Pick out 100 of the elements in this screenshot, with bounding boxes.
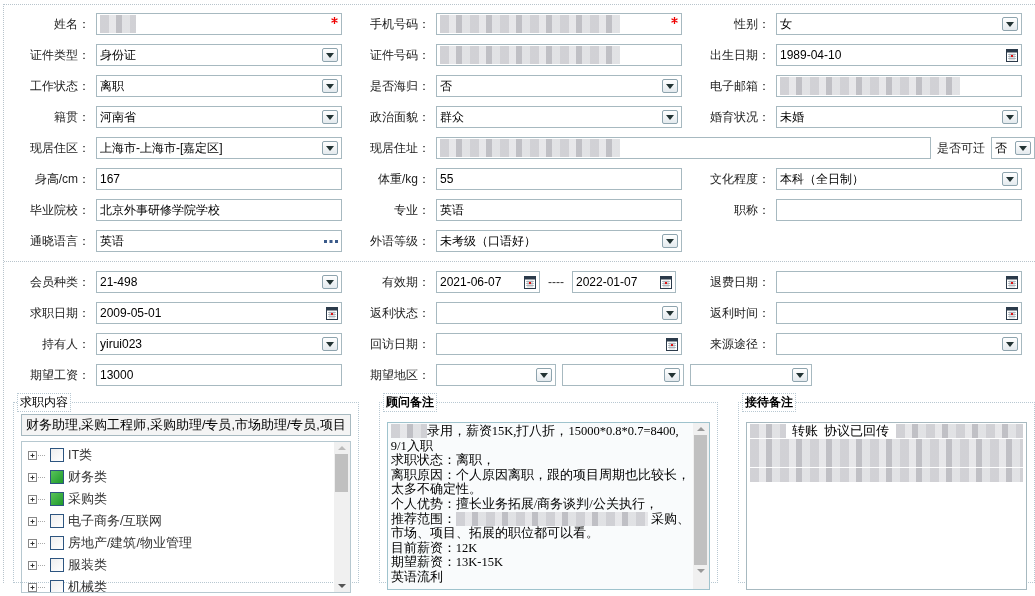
category-label[interactable]: 财务类 [68, 468, 107, 486]
select-field[interactable]: 群众 [436, 106, 682, 128]
text-field[interactable] [96, 13, 342, 35]
field-label: 籍贯： [53, 108, 90, 126]
dropdown-button[interactable] [1002, 172, 1018, 186]
date-field[interactable] [776, 302, 1022, 324]
select-field[interactable]: 否 [991, 137, 1035, 159]
dropdown-button[interactable] [536, 368, 552, 382]
select-field[interactable]: 否 [436, 75, 682, 97]
date-field[interactable]: 2022-01-07 [572, 271, 676, 293]
field-label: 求职日期： [29, 304, 90, 322]
calendar-icon[interactable] [1006, 275, 1018, 289]
caret-icon [796, 372, 804, 378]
dropdown-button[interactable] [1015, 141, 1031, 155]
text-field[interactable]: 英语 [436, 199, 682, 221]
expand-icon[interactable] [28, 450, 46, 460]
text-field[interactable] [776, 75, 1022, 97]
text-field[interactable] [776, 199, 1022, 221]
dropdown-button[interactable] [322, 110, 338, 124]
select-field[interactable]: 未婚 [776, 106, 1022, 128]
checkbox[interactable] [50, 448, 64, 462]
select-field[interactable]: 身份证 [96, 44, 342, 66]
category-label[interactable]: 电子商务/互联网 [68, 512, 163, 530]
dropdown-button[interactable] [664, 368, 680, 382]
notes-textarea[interactable]: 录用，薪资15K,打八折，15000*0.8*0.7=8400, 9/1入职 求职状态：离职， 离职原因：个人原因离职，跟的项目周期也比较长， 太多不确定性。 个人优势：擅长业务拓展/商务谈判/公关执行， 推荐范围： 采购、 市场、项目、拓展的职位都可以看。 目前薪资：12K 期望薪资：13K-15K 英语流利 [386, 422, 710, 590]
select-field[interactable]: 女 [776, 13, 1022, 35]
field-label: 现居住区： [29, 139, 90, 157]
select-field[interactable] [436, 302, 682, 324]
field-label: 政治面貌： [369, 108, 430, 126]
text-field[interactable] [436, 13, 682, 35]
dropdown-button[interactable] [1002, 17, 1018, 31]
date-field[interactable] [776, 271, 1022, 293]
dropdown-button[interactable] [662, 234, 678, 248]
select-field[interactable]: 未考级（口语好） [436, 230, 682, 252]
scrollbar-thumb[interactable] [335, 454, 349, 492]
text-field[interactable]: 167 [96, 168, 342, 190]
dropdown-button[interactable] [662, 110, 678, 124]
expand-icon[interactable] [28, 538, 46, 548]
dropdown-button[interactable] [322, 275, 338, 289]
field-label: 婚育状况： [709, 108, 770, 126]
dropdown-button[interactable] [322, 48, 338, 62]
calendar-icon[interactable] [1006, 48, 1018, 62]
dropdown-button[interactable] [792, 368, 808, 382]
checkbox[interactable] [50, 492, 64, 506]
dropdown-button[interactable] [322, 141, 338, 155]
scrollbar[interactable] [692, 423, 709, 589]
date-field[interactable]: 1989-04-10 [776, 44, 1022, 66]
expand-icon[interactable] [28, 582, 46, 592]
category-label[interactable]: 机械类 [68, 578, 107, 592]
category-label[interactable]: 服装类 [68, 556, 107, 574]
notes-textarea[interactable]: 转账 协议已回传 [745, 422, 1027, 590]
scrollbar-thumb[interactable] [694, 435, 708, 565]
lookup-field[interactable]: 英语 [96, 230, 342, 252]
dropdown-button[interactable] [662, 79, 678, 93]
calendar-icon[interactable] [660, 275, 672, 289]
checkbox[interactable] [50, 514, 64, 528]
expand-icon[interactable] [28, 560, 46, 570]
select-field[interactable]: 离职 [96, 75, 342, 97]
text-field[interactable] [436, 137, 931, 159]
checkbox[interactable] [50, 558, 64, 572]
selected-jobs-field[interactable]: 财务助理,采购工程师,采购助理/专员,市场助理/专员,项目 [21, 414, 351, 436]
dropdown-button[interactable] [662, 306, 678, 320]
dropdown-button[interactable] [1002, 110, 1018, 124]
select-field[interactable] [436, 364, 556, 386]
select-field[interactable]: 河南省 [96, 106, 342, 128]
select-field[interactable] [690, 364, 812, 386]
select-field[interactable]: yirui023 [96, 333, 342, 355]
date-field[interactable]: 2009-05-01 [96, 302, 342, 324]
select-field[interactable] [562, 364, 684, 386]
select-field[interactable] [776, 333, 1022, 355]
checkbox[interactable] [50, 536, 64, 550]
calendar-icon[interactable] [326, 306, 338, 320]
expand-icon[interactable] [28, 494, 46, 504]
checkbox[interactable] [50, 580, 64, 592]
dropdown-button[interactable] [322, 79, 338, 93]
text-field[interactable]: 13000 [96, 364, 342, 386]
caret-icon [666, 310, 674, 316]
text-field[interactable]: 55 [436, 168, 682, 190]
calendar-icon[interactable] [524, 275, 536, 289]
expand-icon[interactable] [28, 472, 46, 482]
date-field[interactable] [436, 333, 682, 355]
calendar-icon[interactable] [1006, 306, 1018, 320]
note-text: 离职原因：个人原因离职，跟的项目周期也比较长， [390, 467, 690, 482]
date-field[interactable]: 2021-06-07 [436, 271, 540, 293]
select-field[interactable]: 本科（全日制） [776, 168, 1022, 190]
category-label[interactable]: 采购类 [68, 490, 107, 508]
expand-icon[interactable] [28, 516, 46, 526]
text-field[interactable] [436, 44, 682, 66]
scrollbar[interactable] [333, 442, 350, 592]
text-field[interactable]: 北京外事研修学院学校 [96, 199, 342, 221]
note-text: 推荐范围： [390, 511, 456, 526]
dropdown-button[interactable] [1002, 337, 1018, 351]
checkbox[interactable] [50, 470, 64, 484]
select-field[interactable]: 上海市-上海市-[嘉定区] [96, 137, 342, 159]
select-field[interactable]: 21-498 [96, 271, 342, 293]
category-label[interactable]: 房地产/建筑/物业管理 [68, 534, 192, 552]
calendar-icon[interactable] [666, 337, 678, 351]
more-icon[interactable] [324, 239, 338, 243]
dropdown-button[interactable] [322, 337, 338, 351]
category-label[interactable]: IT类 [68, 446, 93, 464]
